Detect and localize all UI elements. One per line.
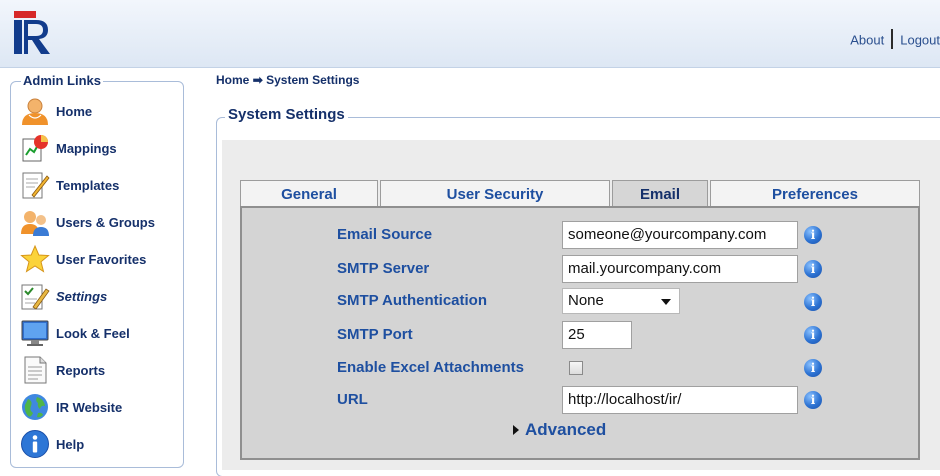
page-title: System Settings (225, 106, 348, 123)
sidebar-item-label: Users & Groups (56, 214, 155, 230)
templates-icon (22, 172, 50, 199)
excel-attachments-info-icon[interactable]: i (804, 359, 822, 377)
breadcrumb: Home ➡ System Settings (216, 73, 359, 87)
monitor-icon (21, 320, 49, 346)
smtp-port-input[interactable]: 25 (562, 321, 632, 349)
top-links: About Logout (850, 29, 940, 51)
sidebar-item-label: Mappings (56, 140, 117, 156)
triangle-right-icon (513, 425, 519, 435)
tab-user-security[interactable]: User Security (380, 180, 610, 207)
smtp-auth-info-icon[interactable]: i (804, 293, 822, 311)
smtp-port-info-icon[interactable]: i (804, 326, 822, 344)
mappings-icon (22, 135, 48, 162)
sidebar-item-help[interactable]: Help (20, 429, 84, 459)
users-groups-icon (21, 211, 49, 236)
tab-preferences[interactable]: Preferences (710, 180, 920, 207)
smtp-auth-value: None (568, 292, 604, 309)
admin-links-title: Admin Links (21, 73, 104, 88)
url-info-icon[interactable]: i (804, 391, 822, 409)
sidebar-item-label: Reports (56, 362, 106, 378)
email-source-input[interactable]: someone@yourcompany.com (562, 221, 798, 249)
sidebar-item-user-favorites[interactable]: User Favorites (20, 244, 146, 274)
sidebar-item-users-groups[interactable]: Users & Groups (20, 207, 155, 237)
smtp-server-info-icon[interactable]: i (804, 260, 822, 278)
url-label: URL (337, 391, 368, 408)
report-icon (24, 356, 47, 384)
breadcrumb-home[interactable]: Home (216, 73, 249, 87)
sidebar-item-label: Help (56, 436, 85, 452)
admin-links-panel: Admin Links Home Mappings Templates User… (10, 73, 184, 468)
ir-logo (14, 11, 50, 54)
link-divider (891, 29, 894, 49)
star-icon (20, 244, 50, 273)
smtp-auth-select[interactable]: None (562, 288, 680, 314)
chevron-down-icon (661, 299, 671, 305)
logout-link[interactable]: Logout (900, 32, 940, 47)
excel-attachments-checkbox[interactable] (569, 361, 583, 375)
smtp-server-label: SMTP Server (337, 260, 430, 277)
sidebar-item-mappings[interactable]: Mappings (20, 133, 117, 163)
smtp-server-input[interactable]: mail.yourcompany.com (562, 255, 798, 283)
breadcrumb-current: System Settings (266, 73, 360, 87)
sidebar-item-look-feel[interactable]: Look & Feel (20, 318, 130, 348)
sidebar-item-home[interactable]: Home (20, 96, 92, 126)
url-input[interactable]: http://localhost/ir/ (562, 386, 798, 414)
excel-attachments-label: Enable Excel Attachments (337, 359, 525, 376)
sidebar-item-label: Home (56, 103, 93, 119)
advanced-toggle[interactable]: Advanced (513, 420, 606, 440)
email-source-label: Email Source (337, 226, 433, 243)
info-icon (21, 430, 49, 458)
globe-icon (22, 394, 48, 420)
sidebar-item-label: Settings (56, 288, 108, 304)
sidebar-item-ir-website[interactable]: IR Website (20, 392, 122, 422)
smtp-port-label: SMTP Port (337, 326, 413, 343)
sidebar-item-settings[interactable]: Settings (20, 281, 107, 311)
sidebar-item-label: User Favorites (56, 251, 147, 267)
tab-email[interactable]: Email (612, 180, 708, 207)
email-source-info-icon[interactable]: i (804, 226, 822, 244)
sidebar-item-templates[interactable]: Templates (20, 170, 119, 200)
tab-general[interactable]: General (240, 180, 378, 207)
sidebar-item-reports[interactable]: Reports (20, 355, 105, 385)
settings-icon (21, 284, 50, 310)
sidebar-item-label: Look & Feel (56, 325, 130, 341)
sidebar-item-label: IR Website (56, 399, 123, 415)
advanced-label: Advanced (525, 420, 607, 439)
smtp-auth-label: SMTP Authentication (337, 292, 487, 309)
header-bar: About Logout (0, 0, 940, 68)
about-link[interactable]: About (850, 32, 884, 47)
breadcrumb-arrow: ➡ (252, 73, 263, 87)
sidebar-item-label: Templates (56, 177, 120, 193)
user-icon (22, 98, 48, 125)
